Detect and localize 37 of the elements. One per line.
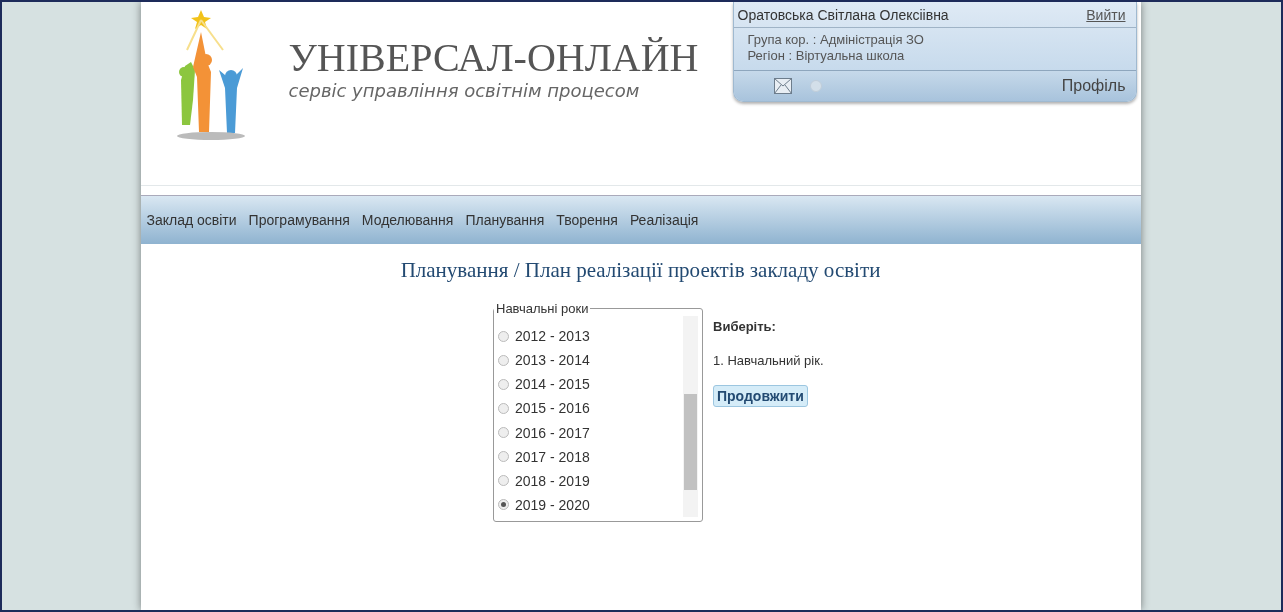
menu-item[interactable]: Реалізація (629, 212, 699, 228)
logout-link[interactable]: Вийти (1086, 7, 1126, 23)
menu-item[interactable]: Заклад освіти (146, 212, 237, 228)
year-option[interactable]: 2016 - 2017 (498, 420, 679, 445)
radio-button[interactable] (498, 330, 509, 342)
continue-button[interactable]: Продовжити (713, 385, 808, 407)
user-name: Оратовська Світлана Олексіівна (737, 7, 949, 23)
menu-item[interactable]: Програмування (248, 212, 350, 228)
user-region: Регіон : Віртуальна школа (747, 48, 906, 63)
logo-title: УНІВЕРСАЛ-ОНЛАЙН (288, 38, 699, 78)
profile-link[interactable]: Профіль (1061, 77, 1126, 95)
radio-button[interactable] (498, 402, 509, 414)
year-option[interactable]: 2019 - 2020 (498, 492, 679, 517)
year-option[interactable]: 2018 - 2019 (498, 468, 679, 493)
year-option[interactable]: 2012 - 2013 (498, 324, 679, 349)
year-option[interactable]: 2013 - 2014 (498, 348, 679, 373)
radio-button[interactable] (498, 499, 509, 511)
radio-button[interactable] (498, 427, 509, 439)
scrollbar[interactable] (683, 316, 698, 517)
page-title: Планування / План реалізації проектів закладу освіти (399, 258, 882, 283)
user-group: Група кор. : Адміністрація ЗО (747, 32, 1122, 47)
menu-item[interactable]: Творення (556, 212, 618, 228)
help-icon[interactable] (809, 80, 822, 92)
menu-item[interactable]: Планування (465, 212, 545, 228)
menu-item[interactable]: Моделювання (361, 212, 454, 228)
years-legend: Навчальні роки (494, 301, 591, 316)
radio-button[interactable] (498, 451, 509, 463)
year-option[interactable]: 2014 - 2015 (498, 372, 679, 397)
instruction-heading: Виберіть: (713, 319, 776, 334)
year-option[interactable]: 2015 - 2016 (498, 396, 679, 421)
logo-subtitle: сервіс управління освітнім процесом (288, 80, 641, 101)
radio-button[interactable] (498, 378, 509, 390)
radio-button[interactable] (498, 475, 509, 487)
year-option[interactable]: 2017 - 2018 (498, 444, 679, 469)
instruction-step: 1. Навчальний рік. (713, 353, 824, 368)
envelope-icon[interactable] (773, 78, 792, 94)
radio-button[interactable] (498, 354, 509, 366)
